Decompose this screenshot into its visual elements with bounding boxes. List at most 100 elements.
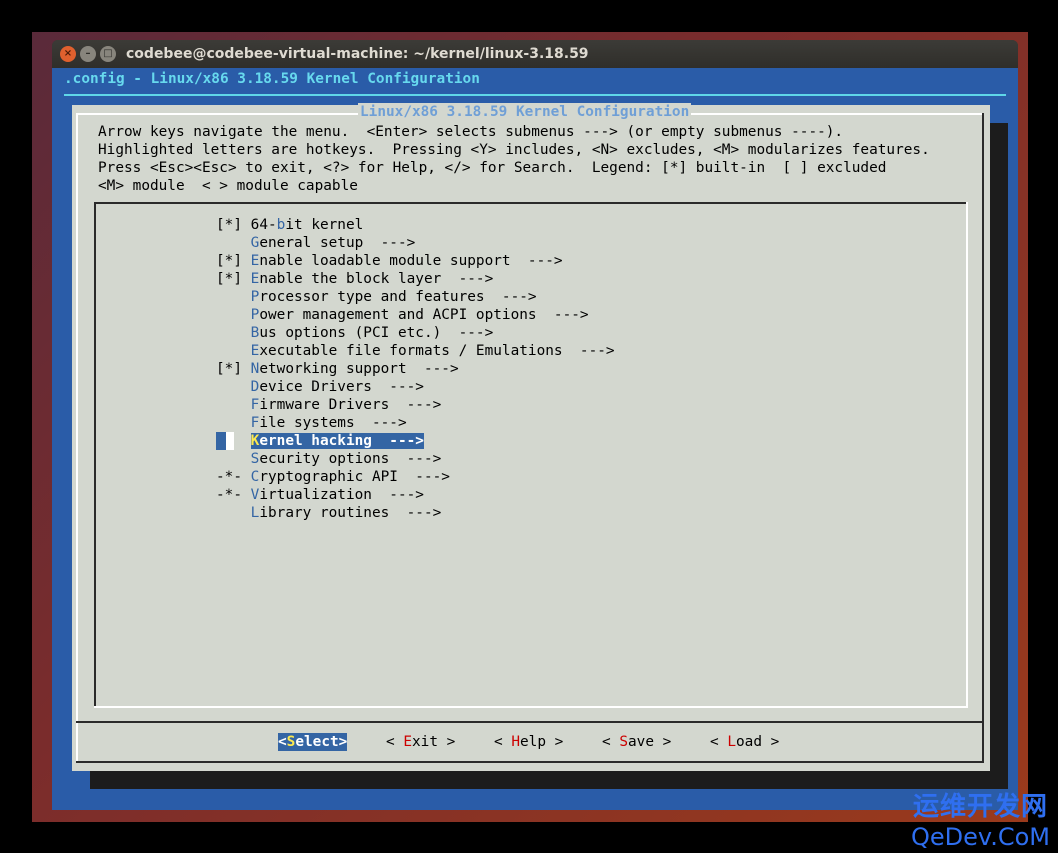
menu-item-text: ---> (389, 451, 442, 467)
menu-item[interactable]: [*] 64-bit kernel (216, 216, 363, 234)
menu-item[interactable]: [*] Networking support ---> (216, 360, 459, 378)
menu-item-label: Cryptographic API ---> (251, 469, 450, 485)
menu-item-state: -*- (216, 487, 251, 503)
menu-item-text: ---> (397, 469, 450, 485)
menu-item-text: ibrary routines (259, 505, 390, 521)
button-text: > (762, 734, 780, 750)
menu-item-state (216, 415, 251, 431)
button-text: oad (736, 734, 762, 750)
menu-item-text: ---> (389, 505, 442, 521)
help-line-1: Arrow keys navigate the menu. <Enter> se… (98, 124, 844, 140)
menu-item-text: ---> (510, 253, 563, 269)
selection-marker (216, 432, 226, 450)
selection-gap (226, 432, 234, 450)
watermark-line-2: QeDev.CoM (910, 823, 1050, 851)
menu-item-state (216, 505, 251, 521)
menu-item-label: 64-bit kernel (251, 217, 364, 233)
menuconfig-dialog: Linux/x86 3.18.59 Kernel Configuration A… (72, 103, 990, 771)
menu-item-text: us options (PCI etc.) (259, 325, 442, 341)
watermark: 运维开发网 QeDev.CoM (911, 786, 1050, 851)
menu-item-text: ---> (371, 379, 424, 395)
close-window-button[interactable]: × (60, 46, 76, 62)
button-text: < (278, 734, 287, 750)
help-line-4: <M> module < > module capable (98, 178, 358, 194)
menu-item-state (216, 325, 251, 341)
dialog-title: Linux/x86 3.18.59 Kernel Configuration (358, 103, 692, 121)
menu-item-text: ernel hacking (259, 433, 372, 449)
menu-item-text: ryptographic API (259, 469, 398, 485)
menu-item-text: ecurity options (259, 451, 390, 467)
button-row: <Select> < Exit > < Help > < Save > < Load > (72, 733, 990, 751)
menu-list: [*] 64-bit kernel General setup ---> [*] … (94, 202, 968, 708)
config-header: .config - Linux/x86 3.18.59 Kernel Confi… (64, 71, 480, 87)
menu-item[interactable]: Power management and ACPI options ---> (216, 306, 589, 324)
menu-item[interactable]: Kernel hacking ---> (216, 432, 424, 450)
button-text: < (710, 734, 728, 750)
menu-item-state (216, 307, 251, 323)
menu-item-text: ---> (536, 307, 589, 323)
menu-item-state (216, 289, 251, 305)
menu-item-text: ---> (441, 325, 494, 341)
menu-item[interactable]: [*] Enable loadable module support ---> (216, 252, 563, 270)
menu-item-text: xecutable file formats / Emulations (259, 343, 563, 359)
exit-button[interactable]: < Exit > (386, 733, 455, 751)
menu-item[interactable]: File systems ---> (216, 414, 407, 432)
menu-item-label: Library routines ---> (251, 505, 442, 521)
button-separator (76, 721, 984, 723)
menu-item[interactable]: Processor type and features ---> (216, 288, 537, 306)
button-text: xit (412, 734, 438, 750)
menu-item-label: Power management and ACPI options ---> (251, 307, 589, 323)
menu-border-left (94, 202, 96, 708)
help-button[interactable]: < Help > (494, 733, 563, 751)
menu-item[interactable]: Bus options (PCI etc.) ---> (216, 324, 494, 342)
menu-item-label: Kernel hacking ---> (250, 433, 424, 449)
menu-item-label: Networking support ---> (251, 361, 459, 377)
close-icon: × (63, 48, 73, 59)
button-text: > (654, 734, 672, 750)
menu-item[interactable]: Library routines ---> (216, 504, 442, 522)
menu-item-label: Enable loadable module support ---> (251, 253, 563, 269)
button-text: < (494, 734, 512, 750)
button-text: < (602, 734, 620, 750)
dialog-shadow-bottom (90, 771, 1008, 789)
button-text: < (386, 734, 404, 750)
menu-item-text: rocessor type and features (259, 289, 485, 305)
window-titlebar: × – □ codebee@codebee-virtual-machine: ~… (52, 40, 1018, 68)
menu-item[interactable]: [*] Enable the block layer ---> (216, 270, 493, 288)
menu-item[interactable]: Security options ---> (216, 450, 442, 468)
minimize-window-button[interactable]: – (80, 46, 96, 62)
load-button[interactable]: < Load > (710, 733, 779, 751)
minimize-icon: – (85, 48, 91, 59)
button-hotkey: S (619, 734, 628, 750)
maximize-window-button[interactable]: □ (100, 46, 116, 62)
button-text: elp (520, 734, 546, 750)
menu-item-state: -*- (216, 469, 251, 485)
menu-item[interactable]: Device Drivers ---> (216, 378, 424, 396)
menu-item[interactable]: -*- Cryptographic API ---> (216, 468, 450, 486)
menu-item-state (216, 379, 251, 395)
menu-item-text: ---> (406, 361, 459, 377)
menu-item-text: irtualization (259, 487, 372, 503)
window-title: codebee@codebee-virtual-machine: ~/kerne… (126, 46, 589, 62)
dialog-border-right (982, 113, 984, 763)
button-text: > (338, 734, 348, 750)
dialog-border-bottom (76, 761, 984, 763)
terminal-area[interactable]: .config - Linux/x86 3.18.59 Kernel Confi… (52, 68, 1018, 810)
menu-border-bottom (94, 706, 968, 708)
menu-item-state: [*] (216, 217, 251, 233)
select-button[interactable]: <Select> (278, 733, 348, 751)
menu-item[interactable]: Firmware Drivers ---> (216, 396, 442, 414)
menu-item-text: nable loadable module support (259, 253, 511, 269)
menu-item[interactable]: Executable file formats / Emulations ---… (216, 342, 615, 360)
menu-item-label: Processor type and features ---> (251, 289, 537, 305)
menu-border-right (966, 202, 968, 708)
menu-item[interactable]: -*- Virtualization ---> (216, 486, 424, 504)
terminal-window: × – □ codebee@codebee-virtual-machine: ~… (52, 40, 1018, 810)
button-text: > (546, 734, 564, 750)
save-button[interactable]: < Save > (602, 733, 671, 751)
menu-item-text: etworking support (259, 361, 407, 377)
menu-item-text: irmware Drivers (259, 397, 390, 413)
dialog-border-left (76, 113, 78, 763)
menu-item[interactable]: General setup ---> (216, 234, 416, 252)
button-hotkey: H (511, 734, 520, 750)
